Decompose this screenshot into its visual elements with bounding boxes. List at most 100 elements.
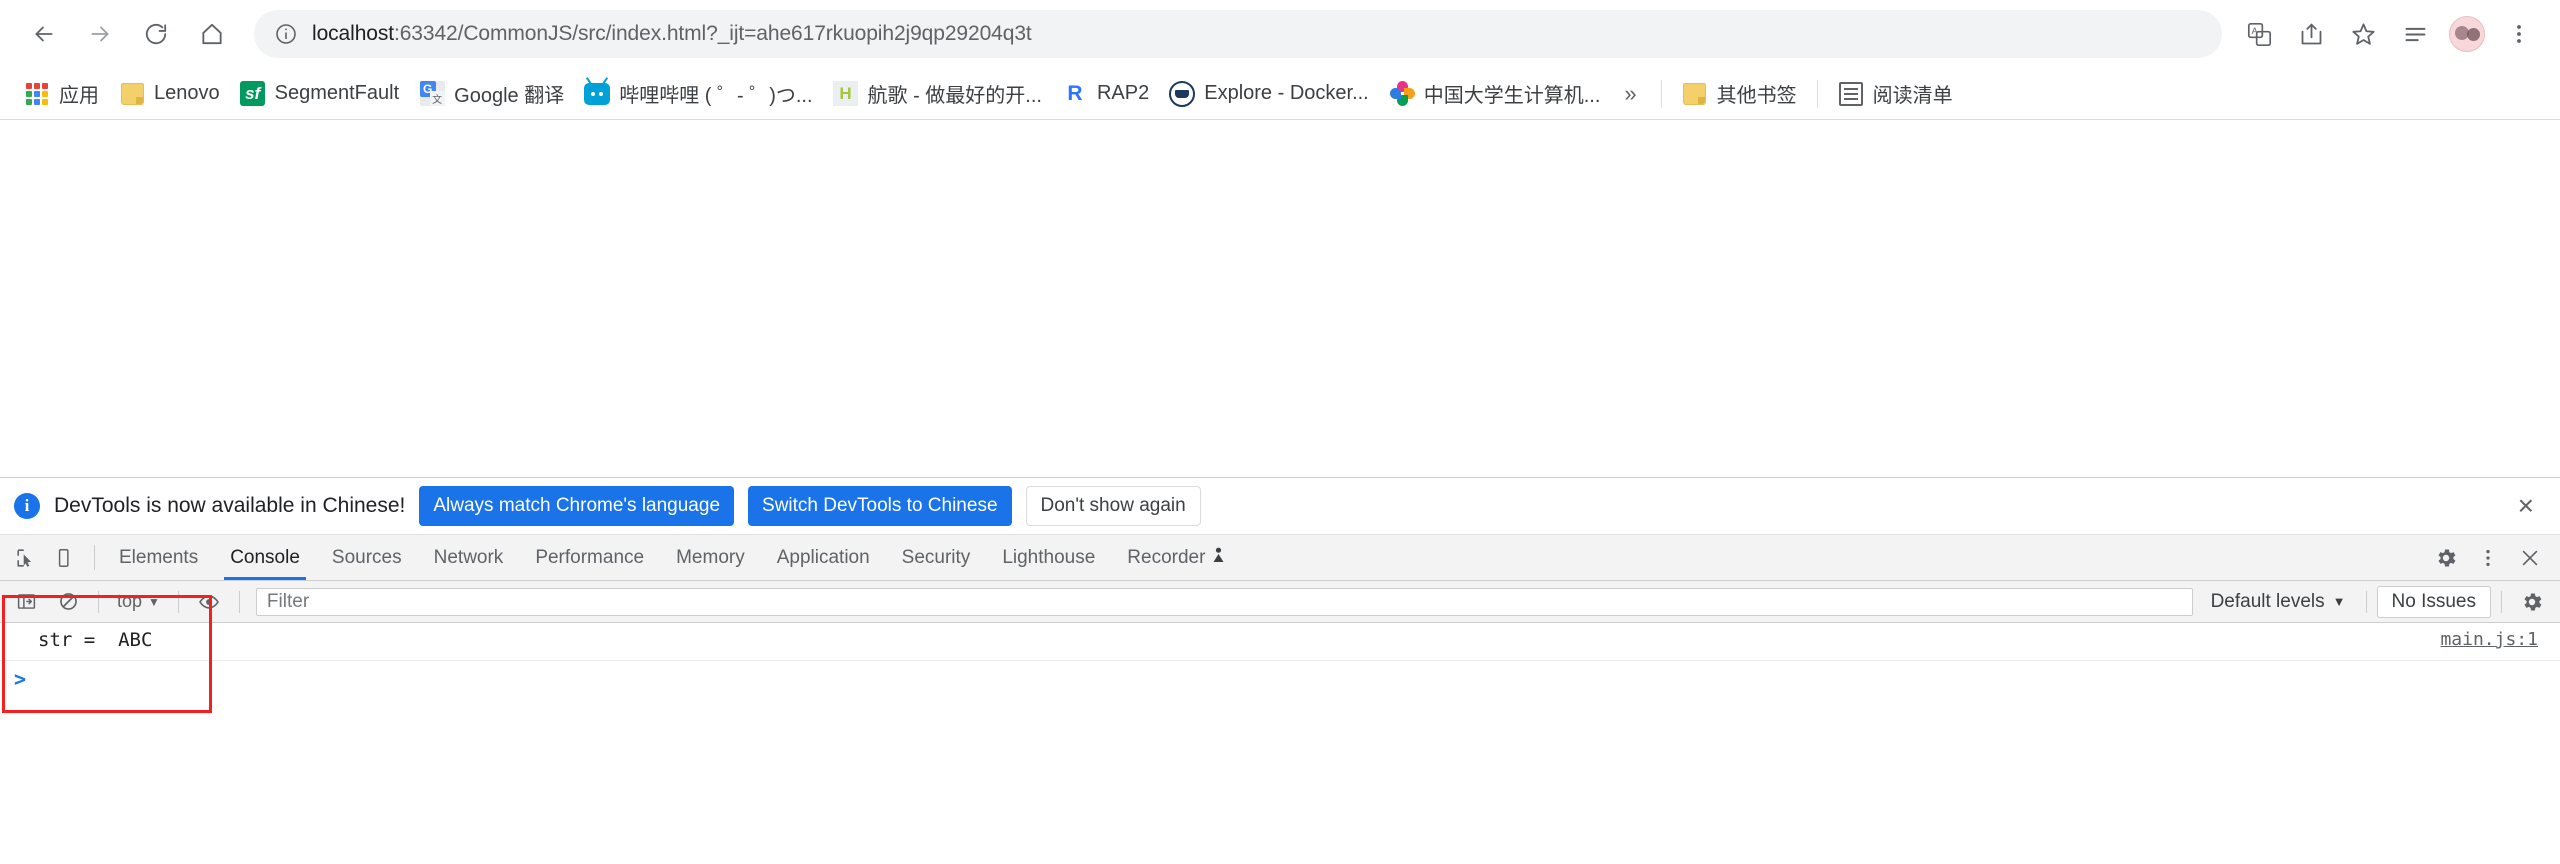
bookmark-bilibili[interactable]: 哔哩哔哩 ( ゜- ゜)つ... xyxy=(574,73,822,114)
address-bar-text: localhost:63342/CommonJS/src/index.html?… xyxy=(312,22,1032,46)
tab-console[interactable]: Console xyxy=(214,535,316,580)
devtools-language-notice: i DevTools is now available in Chinese! … xyxy=(0,478,2560,535)
google-translate-icon: G文 xyxy=(419,81,445,107)
bookmark-label: Explore - Docker... xyxy=(1204,82,1369,104)
tab-label: Application xyxy=(776,546,870,568)
bookmark-label: 哔哩哔哩 ( ゜- ゜)つ... xyxy=(619,85,813,107)
divider xyxy=(1660,79,1662,108)
rap2-icon: R xyxy=(1067,81,1083,105)
prompt-arrow-icon: > xyxy=(14,667,27,691)
console-message-row[interactable]: str = ABC main.js:1 xyxy=(0,623,2560,661)
bookmark-china-university[interactable]: 中国大学生计算机... xyxy=(1379,73,1611,114)
divider xyxy=(2365,590,2367,613)
reading-list-icon xyxy=(1838,81,1864,107)
notice-message: DevTools is now available in Chinese! xyxy=(54,494,406,517)
chevron-down-icon: ▼ xyxy=(148,594,160,609)
share-icon[interactable] xyxy=(2288,11,2334,57)
profile-avatar[interactable] xyxy=(2444,11,2490,57)
tab-label: Recorder xyxy=(1127,546,1206,568)
bookmark-segmentfault[interactable]: sf SegmentFault xyxy=(230,75,410,113)
browser-toolbar: localhost:63342/CommonJS/src/index.html?… xyxy=(0,0,2560,68)
other-bookmarks-button[interactable]: 其他书签 xyxy=(1672,73,1807,114)
live-expression-icon[interactable] xyxy=(189,582,229,622)
tab-security[interactable]: Security xyxy=(886,535,987,580)
info-icon: i xyxy=(14,493,40,519)
always-match-language-button[interactable]: Always match Chrome's language xyxy=(419,486,735,526)
console-source-link[interactable]: main.js:1 xyxy=(2440,629,2538,650)
devtools-more-menu-icon[interactable] xyxy=(2468,538,2508,578)
bookmark-label: 应用 xyxy=(59,85,99,107)
bookmarks-overflow-button[interactable]: » xyxy=(1610,77,1650,111)
tab-lighthouse[interactable]: Lighthouse xyxy=(986,535,1111,580)
issues-button[interactable]: No Issues xyxy=(2376,585,2491,618)
flower-icon xyxy=(1389,80,1415,107)
site-info-icon[interactable] xyxy=(274,22,298,46)
docker-icon xyxy=(1169,80,1196,107)
footer-area: CSDN @最强菜鸟 xyxy=(0,837,2560,864)
bookmark-hangge[interactable]: H 航歌 - 做最好的开... xyxy=(823,73,1052,114)
bookmark-docker[interactable]: Explore - Docker... xyxy=(1159,75,1379,113)
settings-gear-icon[interactable] xyxy=(2426,538,2466,578)
reading-list-button[interactable]: 阅读清单 xyxy=(1828,73,1963,114)
url-host: localhost xyxy=(312,22,394,45)
more-menu-icon[interactable] xyxy=(2496,11,2542,57)
avatar xyxy=(2449,16,2485,52)
hangge-icon: H xyxy=(833,81,859,107)
back-button[interactable] xyxy=(18,8,70,60)
tab-memory[interactable]: Memory xyxy=(660,535,761,580)
tab-elements[interactable]: Elements xyxy=(103,535,214,580)
console-settings-gear-icon[interactable] xyxy=(2512,582,2552,622)
bookmark-google-translate[interactable]: G文 Google 翻译 xyxy=(409,73,574,114)
devtools-tabbar: Elements Console Sources Network Perform… xyxy=(0,535,2560,581)
devtools-close-icon[interactable] xyxy=(2510,538,2550,578)
execution-context-selector[interactable]: top ▼ xyxy=(109,588,168,615)
page-viewport xyxy=(0,120,2560,477)
bookmark-label: 中国大学生计算机... xyxy=(1423,85,1601,107)
bookmark-apps[interactable]: 应用 xyxy=(14,73,109,114)
close-icon[interactable]: × xyxy=(2512,492,2540,520)
bookmark-star-icon[interactable] xyxy=(2340,11,2386,57)
console-output[interactable]: str = ABC main.js:1 > xyxy=(0,595,2560,837)
other-bookmarks-label: 其他书签 xyxy=(1716,85,1797,107)
translate-icon[interactable]: A xyxy=(2236,11,2282,57)
bookmark-label: 航歌 - 做最好的开... xyxy=(867,85,1042,107)
tab-performance[interactable]: Performance xyxy=(519,535,660,580)
tab-label: Lighthouse xyxy=(1002,546,1096,568)
address-bar[interactable]: localhost:63342/CommonJS/src/index.html?… xyxy=(254,10,2222,58)
chevron-down-icon: ▼ xyxy=(2332,594,2346,609)
url-path: :63342/CommonJS/src/index.html?_ijt=ahe6… xyxy=(393,22,1032,45)
forward-button[interactable] xyxy=(74,8,126,60)
bookmark-label: SegmentFault xyxy=(274,82,400,104)
tab-label: Sources xyxy=(331,546,402,568)
reading-list-icon[interactable] xyxy=(2392,11,2438,57)
device-toolbar-icon[interactable] xyxy=(46,535,86,580)
home-button[interactable] xyxy=(186,8,238,60)
folder-icon xyxy=(119,81,145,107)
tab-label: Console xyxy=(230,546,300,568)
tab-recorder[interactable]: Recorder xyxy=(1111,535,1241,580)
tab-label: Elements xyxy=(119,546,199,568)
segmentfault-icon: sf xyxy=(240,81,266,107)
clear-console-icon[interactable] xyxy=(48,582,88,622)
tab-sources[interactable]: Sources xyxy=(316,535,418,580)
devtools-tabbar-actions xyxy=(2407,535,2560,580)
bookmark-rap2[interactable]: R RAP2 xyxy=(1052,75,1159,113)
inspect-element-icon[interactable] xyxy=(6,535,46,580)
reload-button[interactable] xyxy=(130,8,182,60)
bookmark-label: Google 翻译 xyxy=(454,85,565,107)
sidebar-toggle-icon[interactable] xyxy=(6,582,46,622)
filter-input[interactable] xyxy=(255,587,2193,616)
svg-text:A: A xyxy=(2251,25,2257,35)
switch-devtools-language-button[interactable]: Switch DevTools to Chinese xyxy=(748,486,1012,526)
tab-application[interactable]: Application xyxy=(761,535,886,580)
divider xyxy=(177,590,179,613)
dont-show-again-button[interactable]: Don't show again xyxy=(1025,486,1201,526)
console-toolbar: top ▼ Default levels ▼ No Issues xyxy=(0,581,2560,623)
tab-network[interactable]: Network xyxy=(418,535,520,580)
bookmark-lenovo[interactable]: Lenovo xyxy=(109,75,230,113)
devtools-panel: i DevTools is now available in Chinese! … xyxy=(0,477,2560,864)
log-levels-select[interactable]: Default levels ▼ xyxy=(2201,587,2356,617)
tab-label: Performance xyxy=(535,546,645,568)
console-prompt[interactable]: > xyxy=(0,661,2560,697)
